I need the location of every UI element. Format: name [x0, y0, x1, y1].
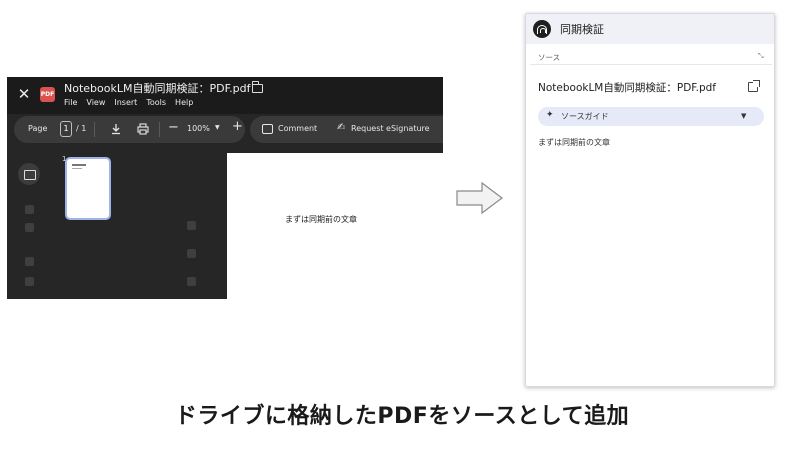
print-icon[interactable]	[137, 123, 149, 135]
viewer-actions: Comment ✍ Request eSignature	[250, 116, 443, 143]
drive-file-icon	[187, 221, 196, 230]
menu-tools[interactable]: Tools	[146, 98, 166, 107]
open-external-icon[interactable]	[748, 80, 760, 92]
drive-item-icon	[25, 205, 34, 214]
toolbar-divider	[159, 122, 160, 137]
download-icon[interactable]	[110, 123, 122, 135]
pdf-viewer: ✕ PDF NotebookLM自動同期検証：PDF.pdf File View…	[7, 77, 443, 299]
panel-header: 同期検証	[526, 14, 774, 44]
drive-file-icon	[187, 277, 196, 286]
comment-icon[interactable]	[262, 124, 273, 134]
page-input[interactable]: 1	[60, 121, 72, 137]
zoom-in-icon[interactable]: +	[232, 119, 243, 134]
source-guide-label: ソースガイド	[561, 112, 609, 121]
image-icon[interactable]	[18, 163, 40, 185]
folder-icon[interactable]	[252, 81, 263, 93]
menu-file[interactable]: File	[64, 98, 77, 107]
notebooklm-logo-icon	[533, 20, 551, 38]
comment-button[interactable]: Comment	[278, 124, 317, 133]
zoom-out-icon[interactable]: −	[168, 120, 179, 135]
sparkle-icon: ✦	[546, 110, 554, 120]
source-content-text: まずは同期前の文章	[538, 138, 610, 147]
menu-help[interactable]: Help	[175, 98, 193, 107]
pdf-file-icon: PDF	[40, 87, 55, 102]
request-esignature-button[interactable]: Request eSignature	[351, 124, 430, 133]
close-icon[interactable]: ✕	[16, 86, 32, 102]
drive-file-icon	[187, 249, 196, 258]
viewer-toolbar: Page 1 / 1 − 100% ▼ +	[14, 116, 245, 143]
arrow-right-icon	[456, 181, 503, 215]
page-total: / 1	[76, 124, 87, 133]
signature-icon[interactable]: ✍	[337, 122, 345, 133]
page-thumbnail[interactable]	[65, 157, 111, 220]
page-label: Page	[28, 124, 48, 133]
zoom-level[interactable]: 100%	[187, 124, 210, 133]
source-guide-dropdown[interactable]: ✦ ソースガイド ▼	[538, 107, 764, 126]
drive-item-icon	[25, 277, 34, 286]
collapse-icon[interactable]: ⤡	[758, 52, 764, 61]
page-body-text: まずは同期前の文章	[285, 215, 357, 224]
menu-insert[interactable]: Insert	[114, 98, 137, 107]
drive-item-icon	[25, 223, 34, 232]
viewer-header: ✕ PDF NotebookLM自動同期検証：PDF.pdf File View…	[7, 77, 443, 114]
viewer-menu: File View Insert Tools Help	[64, 98, 193, 107]
toolbar-divider	[94, 122, 95, 137]
slide-caption: ドライブに格納したPDFをソースとして追加	[174, 404, 630, 429]
sources-section-label: ソース	[538, 53, 561, 62]
slide: ✕ PDF NotebookLM自動同期検証：PDF.pdf File View…	[0, 0, 804, 449]
pdf-page: まずは同期前の文章	[227, 153, 443, 299]
divider	[530, 64, 772, 65]
zoom-dropdown-icon[interactable]: ▼	[215, 124, 220, 131]
notebook-title[interactable]: 同期検証	[560, 21, 604, 37]
chevron-down-icon: ▼	[741, 112, 747, 120]
drive-item-icon	[25, 257, 34, 266]
menu-view[interactable]: View	[86, 98, 105, 107]
notebooklm-panel: 同期検証 ソース ⤡ NotebookLM自動同期検証：PDF.pdf ✦ ソー…	[525, 13, 775, 387]
viewer-title: NotebookLM自動同期検証：PDF.pdf	[64, 82, 251, 95]
source-file-name: NotebookLM自動同期検証：PDF.pdf	[538, 82, 716, 94]
